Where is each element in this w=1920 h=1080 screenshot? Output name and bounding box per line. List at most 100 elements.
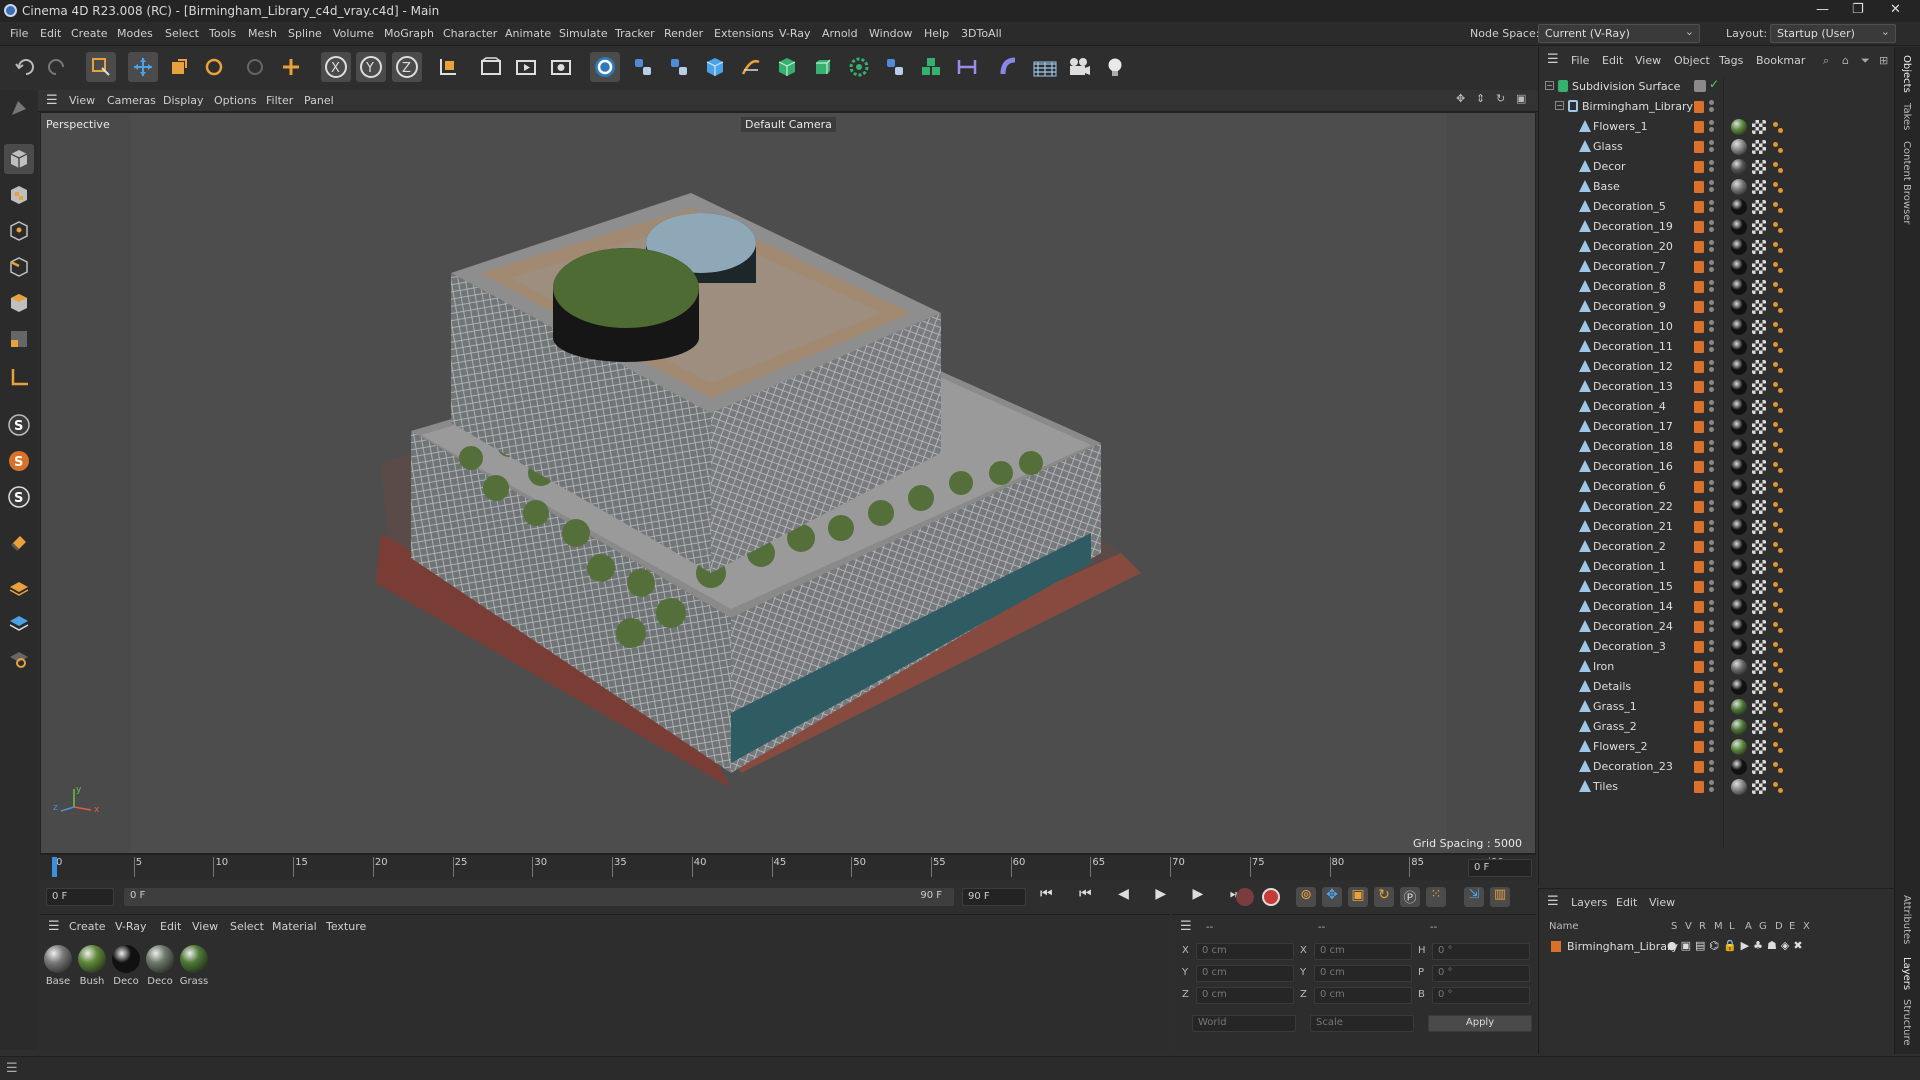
viewport-menu-panel[interactable]: Panel — [304, 94, 334, 107]
object-row[interactable]: Decoration_10 — [1539, 317, 1895, 337]
mat-menu-create[interactable]: Create — [69, 920, 106, 933]
uvw-tag-icon[interactable] — [1752, 580, 1766, 594]
material-tag-icon[interactable] — [1731, 639, 1747, 655]
visibility-dots-icon[interactable] — [1709, 340, 1714, 354]
phong-tag-icon[interactable] — [1771, 360, 1785, 374]
layer-color-swatch[interactable] — [1694, 461, 1704, 473]
editor-visibility-icon[interactable] — [1694, 80, 1706, 92]
magnet-snap-icon[interactable] — [4, 528, 34, 558]
status-hamburger-icon[interactable]: ☰ — [6, 1061, 18, 1076]
phong-tag-icon[interactable] — [1771, 480, 1785, 494]
side-tab-attributes[interactable]: Attributes — [1901, 895, 1912, 944]
object-row[interactable]: Decoration_9 — [1539, 297, 1895, 317]
object-row[interactable]: Decoration_7 — [1539, 257, 1895, 277]
phong-tag-icon[interactable] — [1771, 300, 1785, 314]
object-row[interactable]: Grass_2 — [1539, 717, 1895, 737]
key-position-icon[interactable]: ✥ — [1322, 887, 1342, 907]
make-editable-icon[interactable] — [4, 93, 34, 123]
material-swatch[interactable]: Grass — [179, 945, 209, 987]
cube-primitive-icon[interactable] — [700, 52, 730, 82]
visibility-dots-icon[interactable] — [1709, 460, 1714, 474]
axis-modifier-icon[interactable] — [4, 644, 34, 674]
light-bulb-icon[interactable] — [1100, 52, 1130, 82]
edges-mode-icon[interactable] — [4, 252, 34, 282]
viewport-hamburger-icon[interactable]: ☰ — [46, 93, 58, 108]
object-row[interactable]: Decoration_12 — [1539, 357, 1895, 377]
uvw-tag-icon[interactable] — [1752, 520, 1766, 534]
layer-color-swatch[interactable] — [1694, 101, 1704, 113]
layer-color-swatch[interactable] — [1694, 741, 1704, 753]
layer-color-swatch[interactable] — [1694, 261, 1704, 273]
object-row[interactable]: Glass — [1539, 137, 1895, 157]
layer-color-swatch[interactable] — [1694, 501, 1704, 513]
visibility-dots-icon[interactable] — [1709, 240, 1714, 254]
phong-tag-icon[interactable] — [1771, 420, 1785, 434]
visibility-dots-icon[interactable] — [1709, 140, 1714, 154]
visibility-dots-icon[interactable] — [1709, 280, 1714, 294]
layer-column-header[interactable]: S — [1671, 921, 1677, 932]
record-active-icon[interactable] — [1262, 888, 1280, 906]
side-tab-structure[interactable]: Structure — [1901, 999, 1912, 1046]
material-tag-icon[interactable] — [1731, 159, 1747, 175]
phong-tag-icon[interactable] — [1771, 620, 1785, 634]
layer-color-swatch[interactable] — [1694, 241, 1704, 253]
phong-tag-icon[interactable] — [1771, 320, 1785, 334]
visibility-dots-icon[interactable] — [1709, 760, 1714, 774]
object-row[interactable]: Decoration_2 — [1539, 537, 1895, 557]
material-tag-icon[interactable] — [1731, 179, 1747, 195]
mat-menu-view[interactable]: View — [192, 920, 218, 933]
key-parameter-icon[interactable]: Ⓟ — [1400, 887, 1420, 907]
uvw-tag-icon[interactable] — [1752, 660, 1766, 674]
object-row[interactable]: Details — [1539, 677, 1895, 697]
layer-color-swatch[interactable] — [1694, 381, 1704, 393]
render-view-icon[interactable] — [476, 52, 506, 82]
visibility-dots-icon[interactable] — [1709, 580, 1714, 594]
side-tab-content-browser[interactable]: Content Browser — [1901, 141, 1912, 224]
phong-tag-icon[interactable] — [1771, 340, 1785, 354]
object-row[interactable]: Decoration_13 — [1539, 377, 1895, 397]
mograph-cubes-icon[interactable] — [916, 52, 946, 82]
uvw-tag-icon[interactable] — [1752, 340, 1766, 354]
coord-rotation-field[interactable]: 0 ° — [1432, 943, 1530, 960]
phong-tag-icon[interactable] — [1771, 700, 1785, 714]
uvw-tag-icon[interactable] — [1752, 760, 1766, 774]
layer-column-header[interactable]: A — [1745, 921, 1752, 932]
uvw-tag-icon[interactable] — [1752, 220, 1766, 234]
phong-tag-icon[interactable] — [1771, 380, 1785, 394]
layer-color-swatch[interactable] — [1694, 701, 1704, 713]
phong-tag-icon[interactable] — [1771, 120, 1785, 134]
object-row[interactable]: Decoration_11 — [1539, 337, 1895, 357]
material-tag-icon[interactable] — [1731, 359, 1747, 375]
object-row[interactable]: Decoration_5 — [1539, 197, 1895, 217]
uvw-tag-icon[interactable] — [1752, 480, 1766, 494]
object-row[interactable]: Decoration_18 — [1539, 437, 1895, 457]
menu-file[interactable]: File — [10, 27, 28, 40]
material-tag-icon[interactable] — [1731, 699, 1747, 715]
phong-tag-icon[interactable] — [1771, 260, 1785, 274]
layer-color-swatch[interactable] — [1694, 481, 1704, 493]
mat-menu-edit[interactable]: Edit — [160, 920, 181, 933]
viewport-maximize-icon[interactable]: ▣ — [1516, 92, 1526, 105]
redo-icon[interactable] — [42, 52, 72, 82]
layer-color-swatch[interactable] — [1694, 401, 1704, 413]
object-row[interactable]: Decor — [1539, 157, 1895, 177]
grid-layer-icon[interactable] — [4, 572, 34, 602]
material-tag-icon[interactable] — [1731, 579, 1747, 595]
menu-mograph[interactable]: MoGraph — [384, 27, 434, 40]
object-row[interactable]: Decoration_19 — [1539, 217, 1895, 237]
layer-color-swatch[interactable] — [1694, 221, 1704, 233]
phong-tag-icon[interactable] — [1771, 240, 1785, 254]
uvw-tag-icon[interactable] — [1752, 260, 1766, 274]
menu-character[interactable]: Character — [443, 27, 497, 40]
close-icon[interactable]: ✕ — [1890, 2, 1901, 17]
menu-tracker[interactable]: Tracker — [615, 27, 655, 40]
material-tag-icon[interactable] — [1731, 439, 1747, 455]
phong-tag-icon[interactable] — [1771, 760, 1785, 774]
visibility-dots-icon[interactable] — [1709, 480, 1714, 494]
uvw-tag-icon[interactable] — [1752, 460, 1766, 474]
layer-color-swatch[interactable] — [1694, 661, 1704, 673]
phong-tag-icon[interactable] — [1771, 540, 1785, 554]
menu-window[interactable]: Window — [869, 27, 912, 40]
object-row[interactable]: Base — [1539, 177, 1895, 197]
layer-color-swatch[interactable] — [1694, 781, 1704, 793]
